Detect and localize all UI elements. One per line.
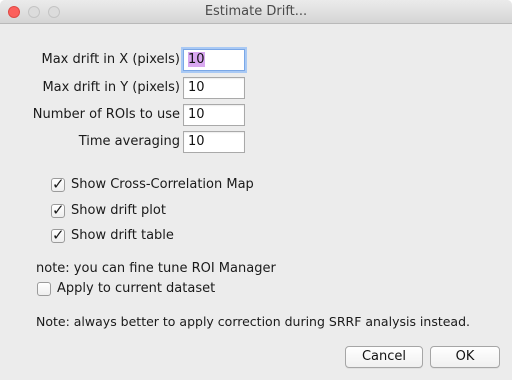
estimate-drift-dialog: Estimate Drift... Max drift in X (pixels…	[0, 0, 512, 380]
apply-to-current-dataset-label: Apply to current dataset	[57, 281, 216, 296]
max-drift-y-input[interactable]: 10	[183, 77, 245, 99]
max-drift-y-value: 10	[188, 80, 205, 95]
checkmark-icon: ✓	[52, 201, 65, 219]
show-cross-correlation-map-label: Show Cross-Correlation Map	[71, 177, 254, 192]
checkbox-box[interactable]: ✓	[51, 226, 65, 244]
title-bar[interactable]: Estimate Drift...	[0, 0, 512, 24]
time-averaging-value: 10	[188, 134, 205, 149]
max-drift-x-value: 10	[188, 52, 205, 67]
show-drift-plot-label: Show drift plot	[71, 203, 166, 218]
max-drift-x-label: Max drift in X (pixels)	[41, 52, 181, 67]
show-drift-table-label: Show drift table	[71, 228, 174, 243]
checkbox-box[interactable]	[37, 282, 51, 296]
number-of-rois-value: 10	[188, 107, 205, 122]
checkbox-box[interactable]: ✓	[51, 175, 65, 193]
number-of-rois-input[interactable]: 10	[183, 104, 245, 126]
time-averaging-label: Time averaging	[78, 134, 180, 149]
window-title: Estimate Drift...	[204, 4, 308, 19]
max-drift-x-input[interactable]: 10	[183, 49, 245, 71]
cancel-button[interactable]: Cancel	[345, 346, 423, 368]
number-of-rois-label: Number of ROIs to use	[32, 107, 180, 122]
srrf-analysis-note: Note: always better to apply correction …	[36, 314, 471, 329]
ok-button[interactable]: OK	[430, 346, 500, 368]
max-drift-y-label: Max drift in Y (pixels)	[42, 80, 180, 95]
time-averaging-input[interactable]: 10	[183, 131, 245, 153]
checkmark-icon: ✓	[52, 226, 65, 244]
checkmark-icon: ✓	[52, 175, 65, 193]
checkbox-box[interactable]: ✓	[51, 201, 65, 219]
roi-manager-note: note: you can fine tune ROI Manager	[36, 261, 276, 276]
